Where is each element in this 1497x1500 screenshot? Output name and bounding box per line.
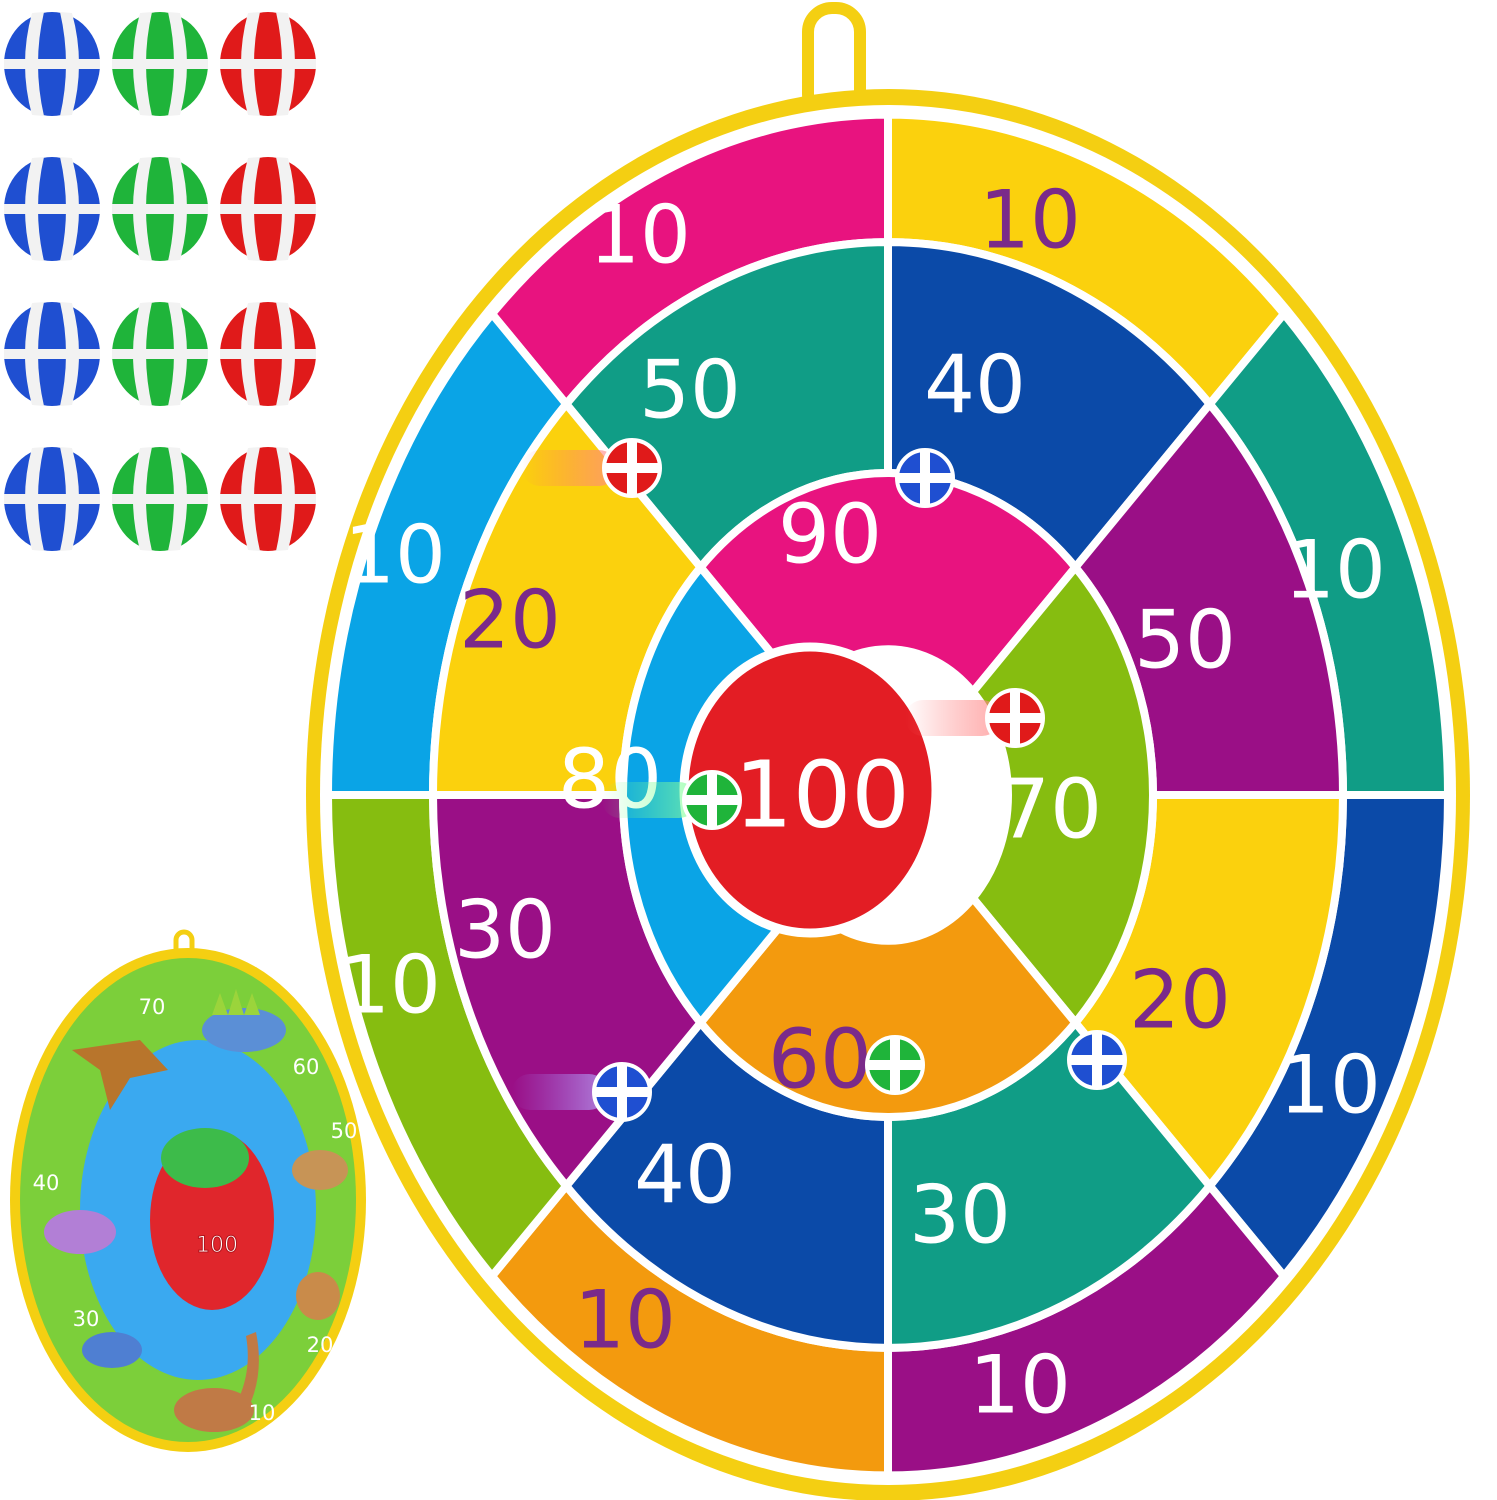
dino-score-label: 30 [73,1307,100,1331]
ball-band [220,349,316,359]
score-label: 10 [589,189,691,282]
score-label: 50 [639,344,741,437]
ball-band [220,59,316,69]
ball-band [220,494,316,504]
ball-band [890,1037,900,1093]
triceratops [296,1272,340,1320]
score-label: 10 [344,509,446,602]
ball-band [112,204,208,214]
dino-score-label: 60 [293,1055,320,1079]
score-label: 10 [1284,524,1386,617]
score-label: 30 [909,1169,1011,1262]
ball-band [627,440,637,496]
score-label: 40 [634,1129,736,1222]
ball-band [1092,1032,1102,1088]
score-label: 30 [454,884,556,977]
score-label: 10 [979,174,1081,267]
ball-band [4,204,100,214]
dinosaur-board: 100 70 60 50 40 30 20 10 [10,929,366,1452]
score-label: 50 [1134,594,1236,687]
score-label: 40 [924,339,1026,432]
ball-band [112,494,208,504]
ball-band [920,450,930,506]
t-rex-head [161,1128,249,1188]
ball-grid [4,12,316,551]
score-label: 90 [778,488,882,583]
blue-dino [82,1332,142,1368]
dino-score-label: 50 [331,1119,358,1143]
score-label: 10 [1279,1039,1381,1132]
ball-band [4,349,100,359]
score-label: 10 [574,1274,676,1367]
ball-band [707,772,717,828]
ball-band [112,59,208,69]
score-label: 20 [1129,954,1231,1047]
ankylosaurus [292,1150,348,1190]
dino-score-label: 20 [307,1333,334,1357]
score-label: 20 [459,574,561,667]
score-label: 60 [768,1013,872,1108]
dino-bullseye-label: 100 [196,1233,238,1258]
dino-score-label: 70 [139,995,166,1019]
dartboard: 100 10 10 10 10 10 10 10 10 50 40 50 20 30 40 30 20 90 70… [306,2,1470,1500]
ball-band [1010,690,1020,746]
ball-band [4,59,100,69]
ball-band [220,204,316,214]
ball-band [112,349,208,359]
purple-dino [44,1210,116,1254]
score-label: 70 [998,763,1102,858]
bullseye-label: 100 [734,742,910,849]
product-scene: 100 10 10 10 10 10 10 10 10 50 40 50 20 30 40 30 20 90 70… [4,2,1470,1500]
score-label: 10 [339,939,441,1032]
ball-band [617,1064,627,1120]
score-label: 10 [969,1339,1071,1432]
dino-score-label: 10 [249,1401,276,1425]
ball-band [4,494,100,504]
dino-score-label: 40 [33,1171,60,1195]
